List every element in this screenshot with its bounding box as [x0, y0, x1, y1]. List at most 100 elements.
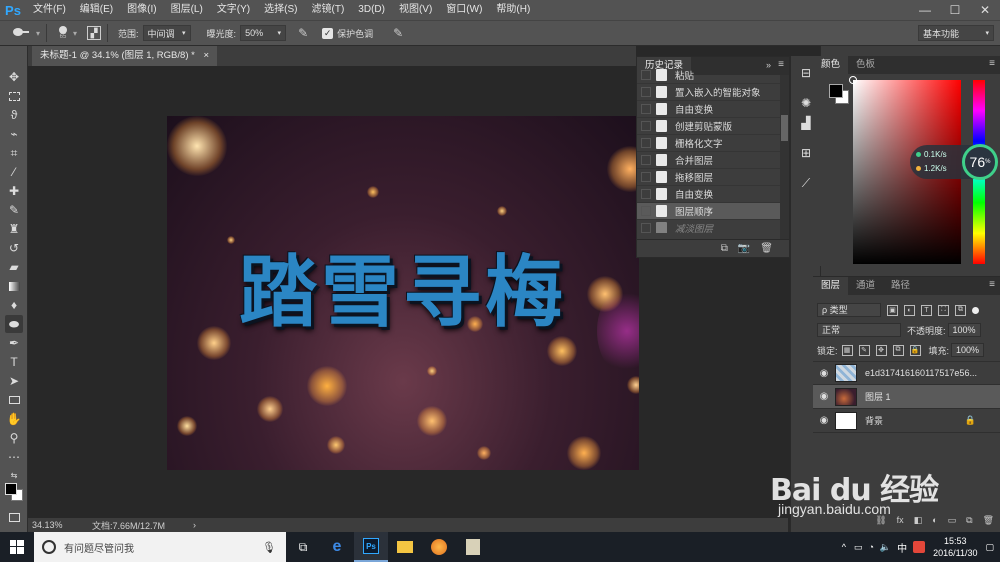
type-filter-icon[interactable]: T	[921, 304, 932, 316]
menu-help[interactable]: 帮助(H)	[489, 0, 537, 20]
lock-transparent-icon[interactable]: ▦	[841, 344, 853, 356]
clone-stamp-tool-icon[interactable]: ♜	[5, 220, 23, 238]
history-item[interactable]: 合并图层	[637, 152, 789, 169]
tab-paths[interactable]: 路径	[883, 277, 918, 295]
path-select-tool-icon[interactable]: ➤	[5, 372, 23, 390]
foreground-color-swatch[interactable]	[829, 84, 843, 98]
brush-preset-picker[interactable]: 65	[53, 26, 73, 40]
foreground-color-swatch[interactable]	[5, 483, 17, 495]
airbrush-icon[interactable]: ✎	[298, 26, 308, 40]
file-explorer-icon[interactable]	[388, 532, 422, 562]
brush-panel-icon[interactable]: ▞	[87, 26, 102, 40]
visibility-eye-icon[interactable]: ◉	[813, 415, 835, 426]
color-cursor[interactable]	[849, 76, 857, 84]
delete-state-icon[interactable]: 🗑	[760, 243, 773, 254]
lock-position-icon[interactable]: ✥	[875, 344, 887, 356]
lasso-tool-icon[interactable]: ϑ	[5, 106, 23, 124]
sogou-ime-icon[interactable]	[913, 541, 926, 553]
history-item[interactable]: 减淡图层	[637, 220, 789, 233]
new-snapshot-icon[interactable]: 📷	[738, 243, 750, 254]
pen-tool-icon[interactable]: ✒	[5, 334, 23, 352]
smart-object-filter-icon[interactable]: ⧉	[955, 304, 966, 316]
layer-filter-select[interactable]: ρ 类型	[817, 303, 881, 317]
menu-3d[interactable]: 3D(D)	[351, 0, 392, 20]
hand-tool-icon[interactable]: ✋	[5, 410, 23, 428]
dropdown-arrow-icon[interactable]: ▾	[36, 29, 40, 38]
blur-tool-icon[interactable]: ♦	[5, 296, 23, 314]
menu-edit[interactable]: 编辑(E)	[73, 0, 120, 20]
crop-tool-icon[interactable]: ⌗	[5, 144, 23, 162]
fx-icon[interactable]: fx	[897, 515, 904, 526]
battery-icon[interactable]: ▭	[854, 542, 863, 553]
lock-image-icon[interactable]: ✎	[858, 344, 870, 356]
history-item[interactable]: 粘贴	[637, 67, 789, 84]
dropdown-arrow-icon[interactable]: ▾	[73, 29, 77, 38]
shape-filter-icon[interactable]: ⛶	[938, 304, 949, 316]
menu-layer[interactable]: 图层(L)	[164, 0, 210, 20]
minimize-button[interactable]: —	[910, 0, 940, 20]
add-mask-icon[interactable]: ◧	[914, 515, 923, 526]
cortana-search-box[interactable]: 有问题尽管问我 🎙	[34, 532, 286, 562]
adjustment-layer-icon[interactable]: ◐	[932, 515, 937, 526]
document-canvas[interactable]: 踏雪寻梅	[167, 116, 639, 470]
history-brush-tool-icon[interactable]: ↺	[5, 239, 23, 257]
new-layer-icon[interactable]: ⧉	[966, 515, 972, 526]
gradient-tool-icon[interactable]	[5, 277, 23, 295]
new-group-icon[interactable]: ▭	[948, 515, 957, 526]
panel-menu-icon[interactable]: ≡	[989, 58, 995, 69]
adjustment-filter-icon[interactable]: ◐	[904, 304, 915, 316]
menu-select[interactable]: 选择(S)	[257, 0, 304, 20]
status-menu-arrow-icon[interactable]: ›	[193, 520, 196, 530]
more-tools-icon[interactable]: ⋯	[5, 448, 23, 466]
fill-input[interactable]: 100%	[951, 343, 985, 357]
zoom-tool-icon[interactable]: ⚲	[5, 429, 23, 447]
exposure-input[interactable]: 50% ▾	[240, 25, 287, 41]
rectangle-tool-icon[interactable]	[5, 391, 23, 409]
image-viewer-icon[interactable]	[456, 532, 490, 562]
swap-colors-icon[interactable]: ⇆	[5, 466, 23, 484]
task-view-button[interactable]: ⧉	[286, 532, 320, 562]
brush-tool-icon[interactable]: ✎	[5, 201, 23, 219]
menu-image[interactable]: 图像(I)	[120, 0, 163, 20]
eyedropper-tool-icon[interactable]: ⁄	[5, 163, 23, 181]
document-tab[interactable]: 未标题-1 @ 34.1% (图层 1, RGB/8) * ×	[32, 46, 218, 66]
protect-tone-checkbox[interactable]: ✓	[322, 27, 334, 39]
clock[interactable]: 15:53 2016/11/30	[933, 535, 977, 559]
close-tab-icon[interactable]: ×	[203, 50, 209, 61]
quick-select-tool-icon[interactable]: ⌁	[5, 125, 23, 143]
range-select[interactable]: 中间调 ▾	[142, 25, 191, 41]
type-tool-icon[interactable]: T	[5, 353, 23, 371]
pixel-filter-icon[interactable]: ▣	[887, 304, 898, 316]
panel-menu-icon[interactable]: ≡	[989, 279, 995, 290]
menu-window[interactable]: 窗口(W)	[439, 0, 489, 20]
menu-file[interactable]: 文件(F)	[26, 0, 73, 20]
tab-swatches[interactable]: 色板	[848, 56, 883, 74]
layer-row[interactable]: ◉ 背景 🔒	[813, 409, 1000, 433]
volume-icon[interactable]: 🔈	[880, 542, 891, 553]
delete-layer-icon[interactable]: 🗑	[983, 515, 994, 526]
zoom-level[interactable]: 34.13%	[32, 520, 88, 530]
ime-indicator[interactable]: 中	[897, 540, 907, 555]
start-button[interactable]	[0, 532, 34, 562]
edge-app-icon[interactable]: e	[320, 532, 354, 562]
maximize-button[interactable]: ☐	[940, 0, 970, 20]
menu-type[interactable]: 文字(Y)	[210, 0, 257, 20]
healing-brush-tool-icon[interactable]: ✚	[5, 182, 23, 200]
history-item[interactable]: 自由变换	[637, 101, 789, 118]
menu-filter[interactable]: 滤镜(T)	[305, 0, 352, 20]
link-layers-icon[interactable]: ⛓	[875, 515, 886, 526]
blend-mode-select[interactable]: 正常	[817, 323, 901, 337]
tab-channels[interactable]: 通道	[848, 277, 883, 295]
tab-layers[interactable]: 图层	[813, 277, 849, 295]
dodge-tool-icon[interactable]: ⬬	[5, 315, 23, 333]
history-item[interactable]: 创建剪贴蒙版	[637, 118, 789, 135]
notification-icon[interactable]: ▢	[985, 542, 994, 553]
eraser-tool-icon[interactable]: ▰	[5, 258, 23, 276]
network-icon[interactable]: ◔	[868, 542, 873, 552]
marquee-tool-icon[interactable]	[5, 87, 23, 105]
browser-app-icon[interactable]	[422, 532, 456, 562]
visibility-eye-icon[interactable]: ◉	[813, 391, 835, 402]
tray-expand-icon[interactable]: ^	[842, 542, 846, 552]
history-item[interactable]: 栅格化文字	[637, 135, 789, 152]
workspace-select[interactable]: 基本功能 ▾	[918, 25, 994, 41]
